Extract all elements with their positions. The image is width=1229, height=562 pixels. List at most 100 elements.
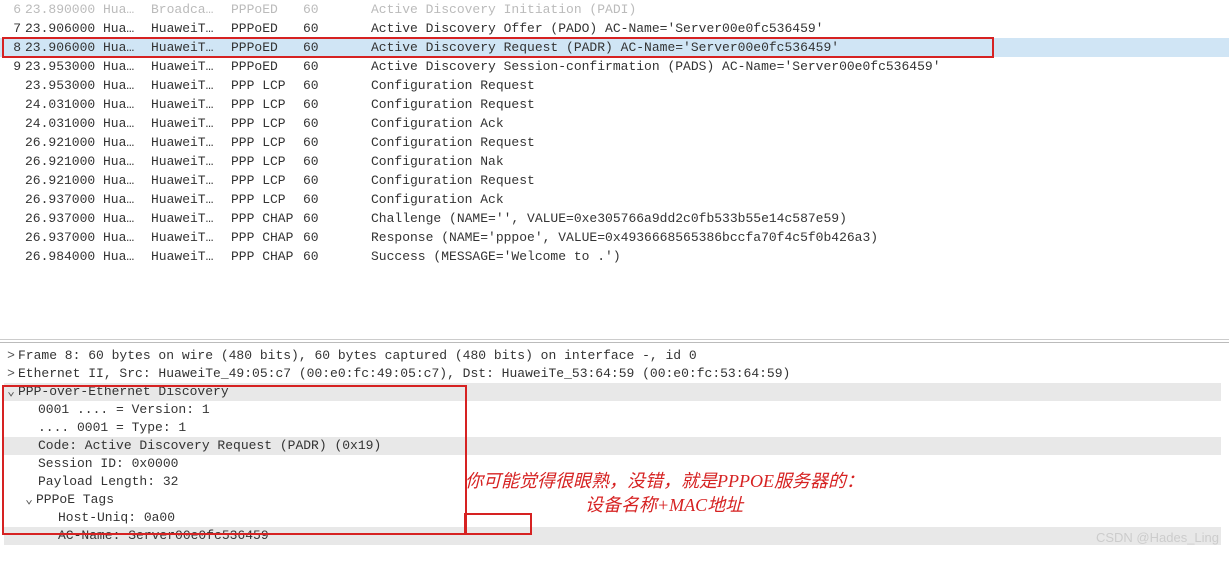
packet-proto: PPP LCP [231,152,303,171]
detail-frame[interactable]: >Frame 8: 60 bytes on wire (480 bits), 6… [4,347,1221,365]
packet-info: Configuration Request [343,133,1229,152]
packet-time: 23.953000 [21,57,103,76]
packet-time: 26.937000 [21,190,103,209]
packet-info: Active Discovery Offer (PADO) AC-Name='S… [343,19,1229,38]
packet-time: 26.921000 [21,152,103,171]
packet-info: Configuration Ack [343,190,1229,209]
packet-row[interactable]: 823.906000Hua…HuaweiT…PPPoED60Active Dis… [0,38,1229,57]
packet-no [3,95,21,114]
packet-src: Hua… [103,38,151,57]
detail-pppoe[interactable]: ⌄PPP-over-Ethernet Discovery [4,383,1221,401]
packet-dst: Broadca… [151,0,231,19]
chevron-right-icon: > [4,347,18,365]
packet-row[interactable]: 23.953000Hua…HuaweiT…PPP LCP60Configurat… [0,76,1229,95]
packet-proto: PPP LCP [231,190,303,209]
packet-info: Configuration Request [343,171,1229,190]
packet-no [3,114,21,133]
packet-info: Configuration Request [343,76,1229,95]
detail-frame-text: Frame 8: 60 bytes on wire (480 bits), 60… [18,348,697,363]
packet-dst: HuaweiT… [151,19,231,38]
packet-src: Hua… [103,95,151,114]
packet-src: Hua… [103,76,151,95]
packet-info: Configuration Nak [343,152,1229,171]
packet-list[interactable]: 623.890000Hua…Broadca…PPPoED60Active Dis… [0,0,1229,340]
packet-row[interactable]: 24.031000Hua…HuaweiT…PPP LCP60Configurat… [0,95,1229,114]
packet-time: 26.921000 [21,171,103,190]
packet-no [3,247,21,266]
packet-info: Configuration Ack [343,114,1229,133]
packet-len: 60 [303,114,343,133]
packet-dst: HuaweiT… [151,209,231,228]
packet-time: 23.953000 [21,76,103,95]
chevron-down-icon: ⌄ [4,383,18,401]
packet-no: 8 [3,38,21,57]
packet-proto: PPPoED [231,38,303,57]
packet-dst: HuaweiT… [151,57,231,76]
packet-row[interactable]: 26.937000Hua…HuaweiT…PPP CHAP60Challenge… [0,209,1229,228]
packet-no [3,133,21,152]
annotation-line1: 你可能觉得很眼熟，没错，就是PPPOE服务器的： [465,469,864,493]
annotation-line2: 设备名称+MAC地址 [465,493,864,517]
packet-time: 24.031000 [21,95,103,114]
packet-dst: HuaweiT… [151,95,231,114]
packet-src: Hua… [103,190,151,209]
packet-row[interactable]: 26.921000Hua…HuaweiT…PPP LCP60Configurat… [0,171,1229,190]
packet-info: Configuration Request [343,95,1229,114]
packet-proto: PPPoED [231,0,303,19]
packet-row[interactable]: 26.921000Hua…HuaweiT…PPP LCP60Configurat… [0,152,1229,171]
chevron-down-icon: ⌄ [22,491,36,509]
packet-row[interactable]: 623.890000Hua…Broadca…PPPoED60Active Dis… [0,0,1229,19]
packet-dst: HuaweiT… [151,228,231,247]
packet-proto: PPP LCP [231,114,303,133]
packet-len: 60 [303,57,343,76]
packet-len: 60 [303,247,343,266]
packet-no [3,171,21,190]
packet-src: Hua… [103,0,151,19]
packet-len: 60 [303,209,343,228]
packet-no [3,228,21,247]
packet-time: 23.906000 [21,38,103,57]
packet-src: Hua… [103,228,151,247]
packet-no [3,190,21,209]
packet-proto: PPP CHAP [231,228,303,247]
detail-version[interactable]: 0001 .... = Version: 1 [4,401,1221,419]
packet-row[interactable]: 26.921000Hua…HuaweiT…PPP LCP60Configurat… [0,133,1229,152]
packet-row[interactable]: 24.031000Hua…HuaweiT…PPP LCP60Configurat… [0,114,1229,133]
packet-details[interactable]: >Frame 8: 60 bytes on wire (480 bits), 6… [0,343,1229,549]
packet-dst: HuaweiT… [151,38,231,57]
packet-dst: HuaweiT… [151,114,231,133]
packet-row[interactable]: 26.937000Hua…HuaweiT…PPP LCP60Configurat… [0,190,1229,209]
packet-info: Active Discovery Request (PADR) AC-Name=… [343,38,1229,57]
packet-row[interactable]: 723.906000Hua…HuaweiT…PPPoED60Active Dis… [0,19,1229,38]
packet-proto: PPP CHAP [231,209,303,228]
packet-len: 60 [303,171,343,190]
packet-proto: PPP LCP [231,171,303,190]
packet-time: 24.031000 [21,114,103,133]
packet-len: 60 [303,38,343,57]
detail-type[interactable]: .... 0001 = Type: 1 [4,419,1221,437]
packet-row[interactable]: 923.953000Hua…HuaweiT…PPPoED60Active Dis… [0,57,1229,76]
packet-no [3,209,21,228]
packet-proto: PPPoED [231,19,303,38]
packet-dst: HuaweiT… [151,76,231,95]
packet-proto: PPP LCP [231,95,303,114]
packet-row[interactable]: 26.937000Hua…HuaweiT…PPP CHAP60Response … [0,228,1229,247]
packet-time: 26.984000 [21,247,103,266]
annotation-text: 你可能觉得很眼熟，没错，就是PPPOE服务器的： 设备名称+MAC地址 [465,469,864,517]
packet-src: Hua… [103,152,151,171]
packet-len: 60 [303,95,343,114]
packet-dst: HuaweiT… [151,171,231,190]
packet-row[interactable]: 26.984000Hua…HuaweiT…PPP CHAP60Success (… [0,247,1229,266]
detail-code[interactable]: Code: Active Discovery Request (PADR) (0… [4,437,1221,455]
packet-dst: HuaweiT… [151,152,231,171]
packet-src: Hua… [103,19,151,38]
packet-src: Hua… [103,133,151,152]
chevron-right-icon: > [4,365,18,383]
detail-acname[interactable]: AC-Name: Server00e0fc536459 [4,527,1221,545]
packet-dst: HuaweiT… [151,190,231,209]
detail-ethernet[interactable]: >Ethernet II, Src: HuaweiTe_49:05:c7 (00… [4,365,1221,383]
packet-dst: HuaweiT… [151,247,231,266]
packet-src: Hua… [103,209,151,228]
packet-src: Hua… [103,114,151,133]
packet-info: Success (MESSAGE='Welcome to .') [343,247,1229,266]
